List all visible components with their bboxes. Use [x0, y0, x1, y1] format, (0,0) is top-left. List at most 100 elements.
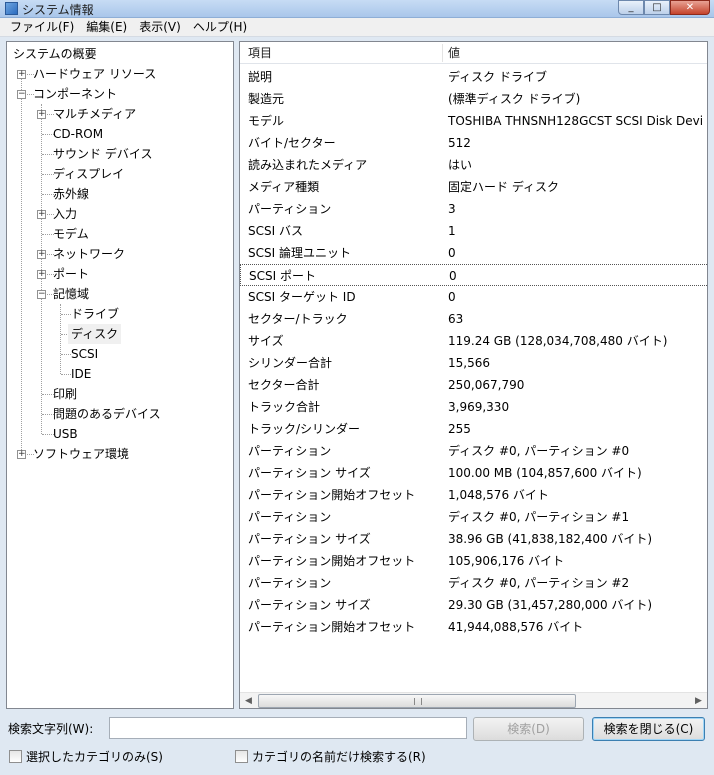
row-value: 3 — [448, 202, 456, 216]
row-item: メディア種類 — [248, 180, 320, 194]
row-item: モデル — [248, 114, 285, 128]
tree-item-drives[interactable]: ドライブ — [71, 304, 119, 324]
table-row[interactable]: パーティション サイズ 100.00 MB (104,857,600 バイト) — [240, 462, 707, 484]
tree-item-problem-devices[interactable]: 問題のあるデバイス — [53, 404, 161, 424]
category-names-only-checkbox[interactable] — [235, 750, 248, 763]
table-row[interactable]: SCSI ポート 0 — [240, 264, 707, 286]
row-item: バイト/セクター — [248, 136, 336, 150]
category-tree[interactable]: + − + + + + − + システムの概要 ハードウェア リソース コンポー… — [6, 41, 234, 709]
row-value: TOSHIBA THNSNH128GCST SCSI Disk Devi — [448, 114, 704, 128]
table-row[interactable]: パーティション開始オフセット 1,048,576 バイト — [240, 484, 707, 506]
close-button[interactable]: ✕ — [670, 0, 710, 15]
table-row[interactable]: パーティション開始オフセット 105,906,176 バイト — [240, 550, 707, 572]
row-value: 255 — [448, 422, 471, 436]
expand-icon[interactable]: + — [17, 70, 26, 79]
menu-file[interactable]: ファイル(F) — [4, 18, 80, 37]
column-header-item[interactable]: 項目 — [240, 42, 272, 64]
tree-item-cdrom[interactable]: CD-ROM — [53, 124, 103, 144]
tree-item-scsi[interactable]: SCSI — [71, 344, 98, 364]
expand-icon[interactable]: + — [37, 250, 46, 259]
expand-icon[interactable]: + — [37, 210, 46, 219]
table-row[interactable]: パーティション ディスク #0, パーティション #2 — [240, 572, 707, 594]
table-row[interactable]: サイズ 119.24 GB (128,034,708,480 バイト) — [240, 330, 707, 352]
expand-icon[interactable]: + — [37, 270, 46, 279]
table-row[interactable]: パーティション サイズ 38.96 GB (41,838,182,400 バイト) — [240, 528, 707, 550]
menu-help[interactable]: ヘルプ(H) — [187, 18, 253, 37]
row-item: トラック/シリンダー — [248, 422, 361, 436]
row-value: ディスク ドライブ — [448, 70, 547, 84]
row-value: ディスク #0, パーティション #2 — [448, 576, 630, 590]
title-bar: システム情報 _ □ ✕ — [0, 0, 714, 18]
row-value: 0 — [448, 246, 456, 260]
table-row[interactable]: セクター/トラック 63 — [240, 308, 707, 330]
tree-item-software[interactable]: ソフトウェア環境 — [33, 444, 129, 464]
table-row[interactable]: SCSI バス 1 — [240, 220, 707, 242]
menu-view[interactable]: 表示(V) — [133, 18, 187, 37]
table-row[interactable]: バイト/セクター 512 — [240, 132, 707, 154]
scrollbar-thumb[interactable] — [258, 694, 576, 708]
table-row[interactable]: パーティション ディスク #0, パーティション #0 — [240, 440, 707, 462]
collapse-icon[interactable]: − — [37, 290, 46, 299]
tree-item-summary[interactable]: システムの概要 — [13, 44, 97, 64]
tree-item-ports[interactable]: ポート — [53, 264, 89, 284]
table-row[interactable]: 製造元 (標準ディスク ドライブ) — [240, 88, 707, 110]
tree-item-modem[interactable]: モデム — [53, 224, 89, 244]
details-list[interactable]: 項目 値 説明 ディスク ドライブ 製造元 (標準ディスク ドライブ) モデル TOSHI… — [239, 41, 708, 709]
table-row[interactable]: パーティション ディスク #0, パーティション #1 — [240, 506, 707, 528]
tree-item-sound[interactable]: サウンド デバイス — [53, 144, 152, 164]
maximize-button[interactable]: □ — [644, 0, 670, 15]
selected-category-only-label[interactable]: 選択したカテゴリのみ(S) — [26, 749, 163, 765]
row-item: トラック合計 — [248, 400, 321, 414]
tree-item-printing[interactable]: 印刷 — [53, 384, 77, 404]
tree-item-usb[interactable]: USB — [53, 424, 78, 444]
table-row[interactable]: SCSI 論理ユニット 0 — [240, 242, 707, 264]
table-row[interactable]: パーティション開始オフセット 41,944,088,576 バイト — [240, 616, 707, 638]
window-title: システム情報 — [22, 3, 94, 17]
find-button[interactable]: 検索(D) — [473, 717, 584, 741]
tree-item-components[interactable]: コンポーネント — [33, 84, 117, 104]
table-row[interactable]: メディア種類 固定ハード ディスク — [240, 176, 707, 198]
horizontal-scrollbar[interactable]: ◀ ▶ — [240, 692, 707, 708]
expand-icon[interactable]: + — [37, 110, 46, 119]
row-value: 250,067,790 — [448, 378, 525, 392]
column-header-value[interactable]: 値 — [440, 42, 460, 64]
table-row[interactable]: パーティション 3 — [240, 198, 707, 220]
row-item: サイズ — [248, 334, 284, 348]
search-input[interactable] — [109, 717, 467, 739]
tree-item-infrared[interactable]: 赤外線 — [53, 184, 89, 204]
category-names-only-label[interactable]: カテゴリの名前だけ検索する(R) — [252, 749, 426, 765]
tree-item-display[interactable]: ディスプレイ — [53, 164, 124, 184]
table-row[interactable]: トラック/シリンダー 255 — [240, 418, 707, 440]
tree-item-disks[interactable]: ディスク — [68, 324, 122, 344]
tree-item-input[interactable]: 入力 — [53, 204, 77, 224]
table-row[interactable]: SCSI ターゲット ID 0 — [240, 286, 707, 308]
tree-item-storage[interactable]: 記憶域 — [53, 284, 89, 304]
row-value: 固定ハード ディスク — [448, 180, 559, 194]
menu-edit[interactable]: 編集(E) — [80, 18, 133, 37]
row-value: ディスク #0, パーティション #0 — [448, 444, 630, 458]
table-row[interactable]: 読み込まれたメディア はい — [240, 154, 707, 176]
table-row[interactable]: パーティション サイズ 29.30 GB (31,457,280,000 バイト) — [240, 594, 707, 616]
row-value: はい — [448, 158, 473, 172]
row-value: 41,944,088,576 バイト — [448, 620, 584, 634]
row-value: 105,906,176 バイト — [448, 554, 565, 568]
tree-item-network[interactable]: ネットワーク — [53, 244, 125, 264]
scroll-left-icon[interactable]: ◀ — [240, 693, 257, 708]
row-item: パーティション — [248, 444, 332, 458]
tree-item-hardware-resources[interactable]: ハードウェア リソース — [33, 64, 156, 84]
table-row[interactable]: セクター合計 250,067,790 — [240, 374, 707, 396]
minimize-button[interactable]: _ — [618, 0, 644, 15]
close-find-button[interactable]: 検索を閉じる(C) — [592, 717, 705, 741]
table-row[interactable]: モデル TOSHIBA THNSNH128GCST SCSI Disk Devi — [240, 110, 707, 132]
tree-item-ide[interactable]: IDE — [71, 364, 91, 384]
table-row[interactable]: 説明 ディスク ドライブ — [240, 66, 707, 88]
collapse-icon[interactable]: − — [17, 90, 26, 99]
scroll-right-icon[interactable]: ▶ — [690, 693, 707, 708]
tree-item-multimedia[interactable]: マルチメディア — [53, 104, 136, 124]
table-row[interactable]: シリンダー合計 15,566 — [240, 352, 707, 374]
row-value: 1 — [448, 224, 456, 238]
expand-icon[interactable]: + — [17, 450, 26, 459]
table-row[interactable]: トラック合計 3,969,330 — [240, 396, 707, 418]
row-item: 読み込まれたメディア — [248, 158, 368, 172]
selected-category-only-checkbox[interactable] — [9, 750, 22, 763]
